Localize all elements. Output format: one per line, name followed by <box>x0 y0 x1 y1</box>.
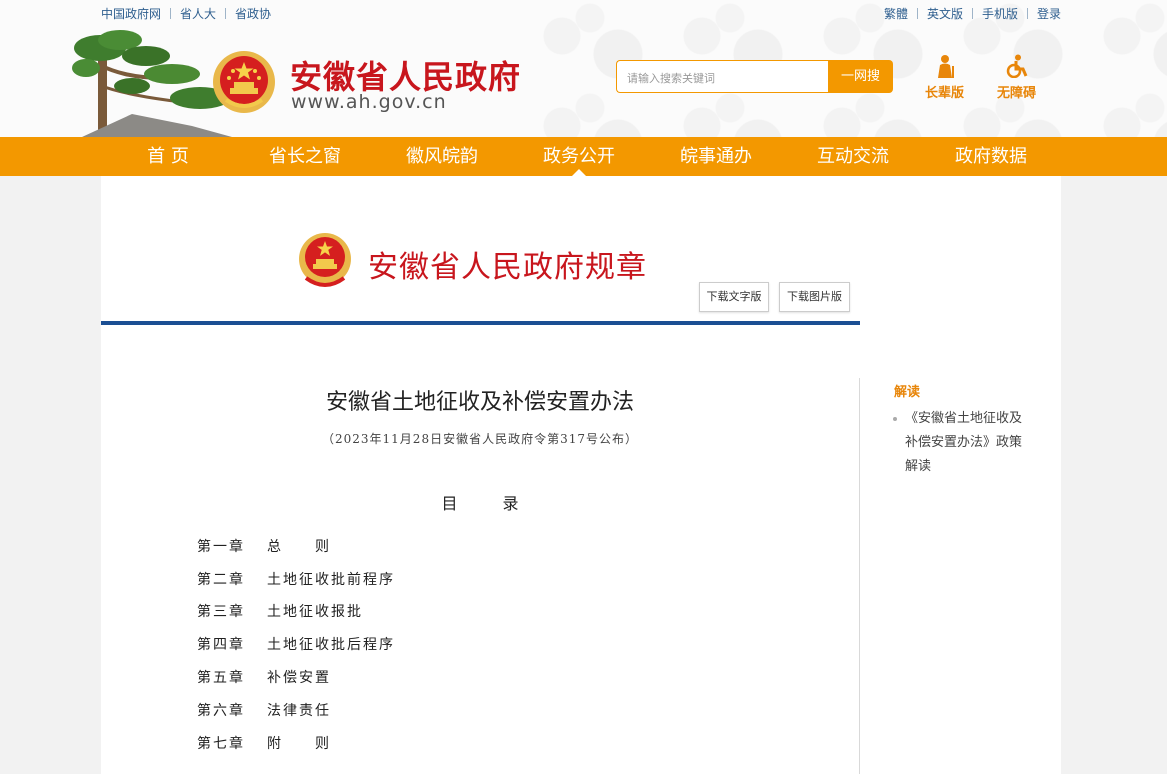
toc-item: 第四章 土地征收批后程序 <box>197 634 395 654</box>
nav-interaction[interactable]: 互动交流 <box>793 137 913 176</box>
toc-chapter-number: 第三章 <box>197 604 245 620</box>
download-image-version-button[interactable]: 下载图片版 <box>779 282 850 312</box>
toc-heading-char: 录 <box>502 494 519 513</box>
download-text-version-button[interactable]: 下载文字版 <box>699 282 769 312</box>
link-login[interactable]: 登录 <box>1037 5 1061 22</box>
search-button[interactable]: 一网搜 <box>828 60 893 93</box>
toc-item: 第三章 土地征收报批 <box>197 601 363 621</box>
elder-person-icon <box>937 55 954 78</box>
top-links-right: 繁體 英文版 手机版 登录 <box>884 5 1061 22</box>
link-separator <box>971 8 973 19</box>
elder-version-button[interactable]: 长辈版 <box>925 54 964 101</box>
toc-chapter-name: 附 则 <box>267 736 331 752</box>
accessibility-label: 无障碍 <box>997 86 1037 101</box>
link-english-version[interactable]: 英文版 <box>927 5 963 22</box>
link-china-gov[interactable]: 中国政府网 <box>101 5 161 22</box>
toc-chapter-name: 土地征收批后程序 <box>267 637 395 653</box>
nav-governor-window[interactable]: 省长之窗 <box>245 137 365 176</box>
pine-tree-logo-image <box>72 30 232 137</box>
nav-services[interactable]: 皖事通办 <box>656 137 776 176</box>
national-emblem-icon <box>299 233 351 287</box>
nav-home[interactable]: 首 页 <box>108 137 228 176</box>
banner-divider <box>101 321 860 325</box>
link-separator <box>1026 8 1028 19</box>
toc-chapter-number: 第六章 <box>197 703 245 719</box>
elder-version-label: 长辈版 <box>925 86 965 101</box>
accessibility-button[interactable]: 无障碍 <box>997 54 1036 101</box>
sidebar-interpretation-link[interactable]: 《安徽省土地征收及补偿安置办法》政策解读 <box>893 407 1033 479</box>
toc-chapter-number: 第一章 <box>197 539 245 555</box>
document-title: 安徽省土地征收及补偿安置办法 <box>325 390 634 415</box>
toc-chapter-name: 土地征收报批 <box>267 604 363 620</box>
national-emblem-icon <box>213 51 275 113</box>
link-traditional-chinese[interactable]: 繁體 <box>884 5 908 22</box>
sidebar-title: 解读 <box>894 385 921 400</box>
toc-heading: 目 录 <box>101 490 859 514</box>
toc-chapter-number: 第二章 <box>197 572 245 588</box>
toc-chapter-name: 法律责任 <box>267 703 331 719</box>
toc-item: 第二章 土地征收批前程序 <box>197 569 395 589</box>
link-separator <box>225 8 227 19</box>
link-separator <box>170 8 172 19</box>
link-mobile-version[interactable]: 手机版 <box>982 5 1018 22</box>
link-separator <box>916 8 918 19</box>
link-provincial-cppcc[interactable]: 省政协 <box>235 5 271 22</box>
column-divider <box>859 378 860 774</box>
regulations-banner-title: 安徽省人民政府规章 <box>368 250 647 285</box>
toc-item: 第五章 补偿安置 <box>197 667 331 687</box>
toc-chapter-number: 第五章 <box>197 670 245 686</box>
toc-item: 第七章 附 则 <box>197 733 331 753</box>
toc-item: 第一章 总 则 <box>197 536 331 556</box>
toc-chapter-number: 第七章 <box>197 736 245 752</box>
toc-heading-char: 目 <box>441 494 458 513</box>
search-input[interactable]: 请输入搜索关键词 <box>616 60 828 93</box>
toc-chapter-name: 补偿安置 <box>267 670 331 686</box>
toc-chapter-number: 第四章 <box>197 637 245 653</box>
document-subtitle: （2023年11月28日安徽省人民政府令第317号公布） <box>322 432 638 446</box>
toc-chapter-name: 土地征收批前程序 <box>267 572 395 588</box>
wheelchair-icon <box>1006 54 1027 78</box>
top-links-left: 中国政府网 省人大 省政协 <box>101 5 271 22</box>
link-provincial-congress[interactable]: 省人大 <box>180 5 216 22</box>
nav-hui-culture[interactable]: 徽风皖韵 <box>382 137 502 176</box>
nav-active-indicator <box>572 169 586 176</box>
toc-item: 第六章 法律责任 <box>197 700 331 720</box>
nav-government-data[interactable]: 政府数据 <box>931 137 1051 176</box>
toc-chapter-name: 总 则 <box>267 539 331 555</box>
site-url: www.ah.gov.cn <box>291 91 447 113</box>
